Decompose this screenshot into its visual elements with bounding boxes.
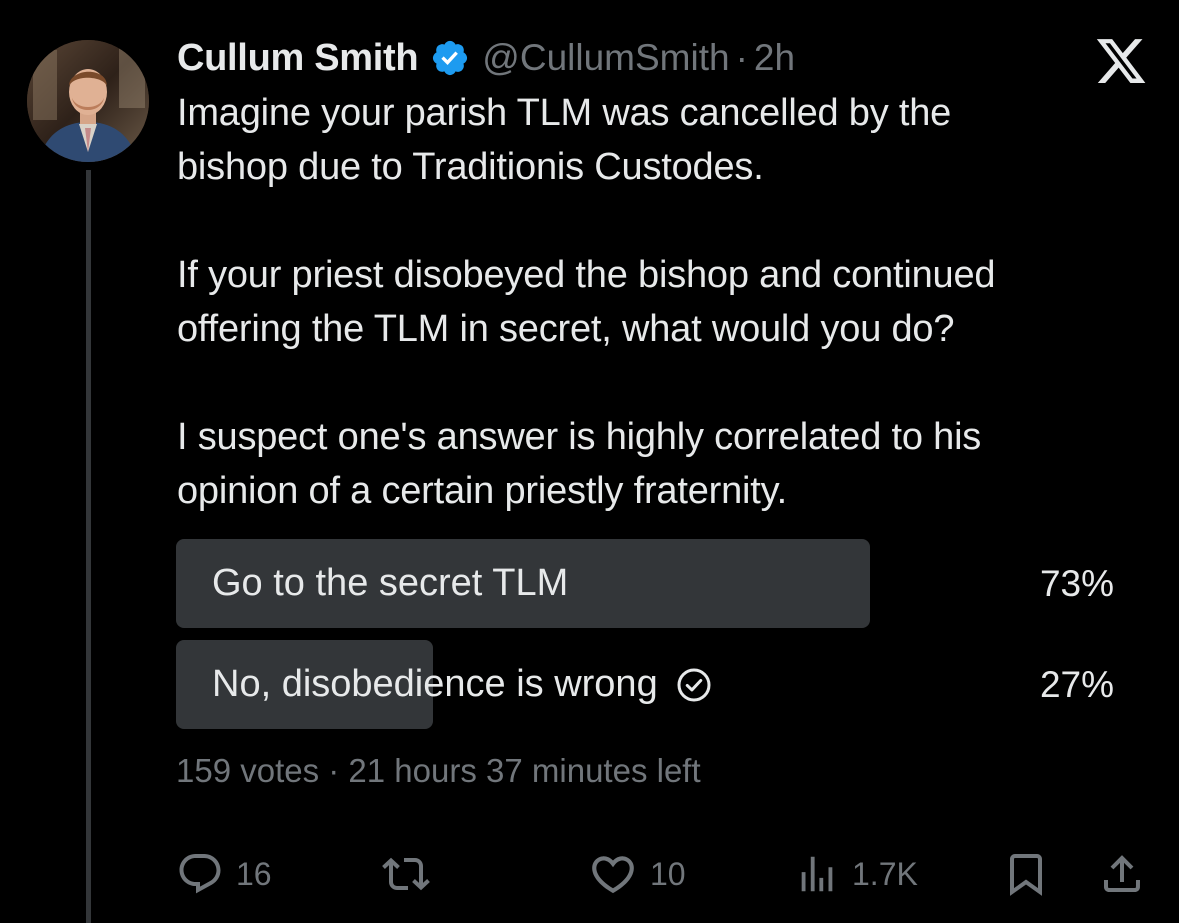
like-count: 10: [650, 855, 686, 892]
views-button[interactable]: 1.7K: [794, 846, 918, 902]
thread-line: [86, 170, 91, 923]
verified-badge-icon[interactable]: [430, 38, 470, 78]
tweet-text: Imagine your parish TLM was cancelled by…: [177, 86, 1157, 518]
tweet-paragraph: I suspect one's answer is highly correla…: [177, 410, 1157, 518]
x-logo-icon[interactable]: [1094, 34, 1148, 88]
tweet-line: bishop due to Traditionis Custodes.: [177, 146, 764, 188]
bookmark-icon: [1010, 854, 1042, 896]
reply-count: 16: [236, 855, 272, 892]
tweet-line: Imagine your parish TLM was cancelled by…: [177, 92, 952, 134]
tweet-line: opinion of a certain priestly fraternity…: [177, 470, 787, 512]
tweet-header: Cullum Smith @CullumSmith · 2h: [177, 30, 795, 86]
views-count: 1.7K: [852, 855, 918, 892]
check-circle-icon: [677, 668, 711, 701]
poll-meta: 159 votes · 21 hours 37 minutes left: [176, 752, 701, 789]
poll-option-label: No, disobedience is wrong: [212, 640, 712, 729]
poll: Go to the secret TLM 73% No, disobedienc…: [176, 539, 1126, 741]
poll-option-text: Go to the secret TLM: [212, 562, 569, 604]
poll-option-go-to-secret-tlm[interactable]: Go to the secret TLM 73%: [176, 539, 1126, 628]
separator-dot: ·: [735, 37, 748, 78]
action-bar: 16 10 1.7K: [176, 846, 1151, 902]
share-icon: [1104, 855, 1140, 892]
timestamp[interactable]: 2h: [754, 37, 795, 79]
tweet-line: offering the TLM in secret, what would y…: [177, 308, 955, 350]
reply-button[interactable]: 16: [176, 846, 272, 902]
handle[interactable]: @CullumSmith: [482, 37, 729, 79]
reply-icon: [179, 854, 221, 894]
repost-icon: [382, 857, 430, 891]
tweet-paragraph: If your priest disobeyed the bishop and …: [177, 248, 1157, 356]
avatar[interactable]: [27, 40, 149, 162]
heart-icon: [592, 856, 634, 894]
display-name[interactable]: Cullum Smith: [177, 37, 419, 80]
like-button[interactable]: 10: [588, 846, 686, 902]
views-icon: [801, 856, 833, 892]
poll-option-percent: 73%: [1039, 563, 1114, 604]
repost-button[interactable]: [382, 846, 442, 902]
bookmark-button[interactable]: [1002, 846, 1050, 902]
tweet-line: I suspect one's answer is highly correla…: [177, 416, 982, 458]
poll-option-percent: 27%: [1039, 664, 1114, 705]
poll-option-text: No, disobedience is wrong: [212, 663, 658, 705]
poll-option-disobedience-wrong[interactable]: No, disobedience is wrong 27%: [176, 640, 1126, 729]
tweet-line: If your priest disobeyed the bishop and …: [177, 254, 996, 296]
poll-option-label: Go to the secret TLM: [212, 539, 568, 628]
share-button[interactable]: [1098, 846, 1146, 902]
tweet-paragraph: Imagine your parish TLM was cancelled by…: [177, 86, 1157, 194]
